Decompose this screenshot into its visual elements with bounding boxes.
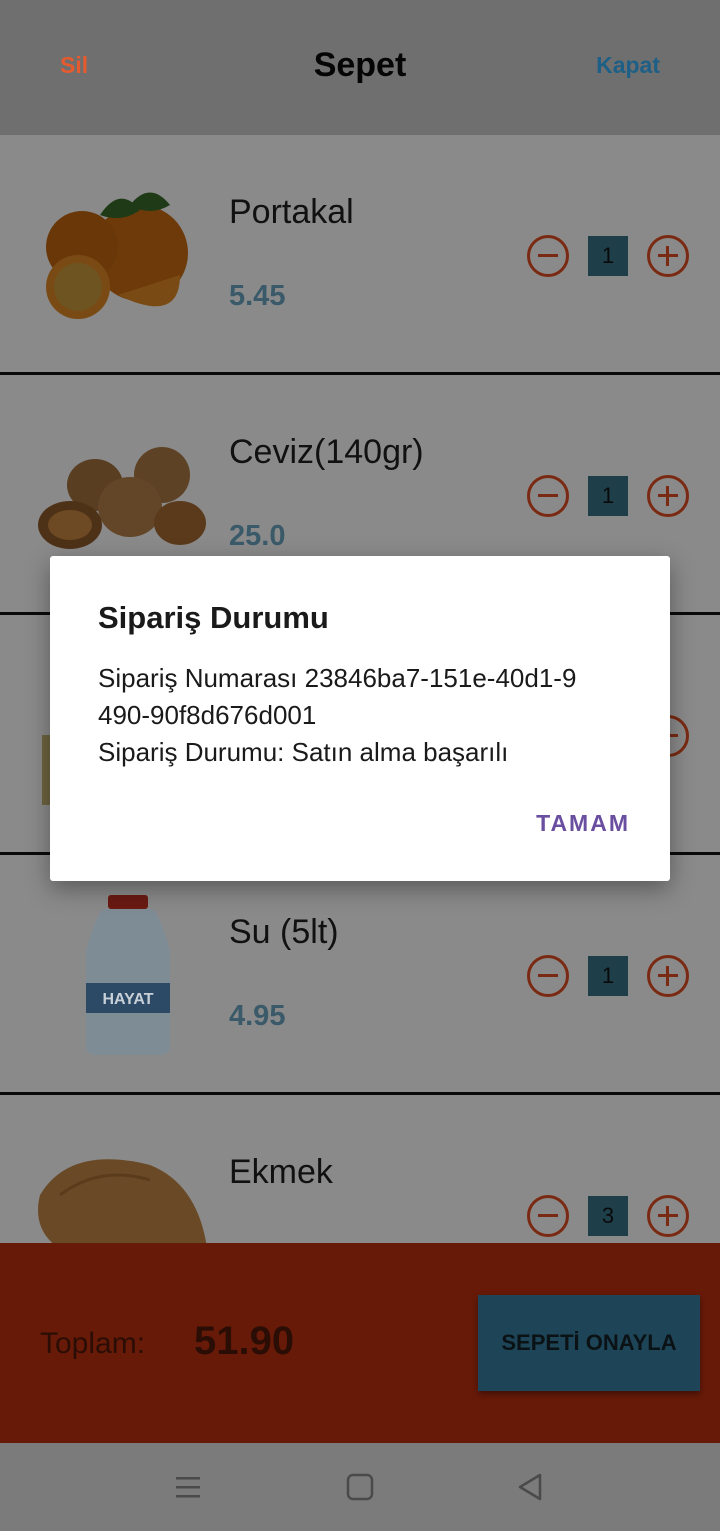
bottle-brand-label: HAYAT bbox=[103, 991, 154, 1008]
item-price: 5.45 bbox=[229, 280, 286, 312]
quantity-stepper: 1 bbox=[527, 475, 689, 517]
decrease-button[interactable] bbox=[527, 475, 569, 517]
orange-image bbox=[30, 175, 210, 335]
item-name: Su (5lt) bbox=[229, 913, 339, 951]
total-value: 51.90 bbox=[194, 1319, 295, 1363]
order-status-line: Sipariş Durumu: Satın alma başarılı bbox=[98, 737, 509, 767]
quantity-stepper: 1 bbox=[527, 235, 689, 277]
decrease-button[interactable] bbox=[527, 235, 569, 277]
total-label: Toplam: bbox=[40, 1327, 146, 1360]
order-number-continued: 490-90f8d676d001 bbox=[98, 700, 317, 730]
quantity-value: 1 bbox=[588, 476, 628, 516]
increase-button[interactable] bbox=[647, 475, 689, 517]
close-button[interactable]: Kapat bbox=[596, 52, 660, 79]
home-square-icon[interactable] bbox=[342, 1469, 378, 1505]
bread-image bbox=[30, 1135, 210, 1243]
quantity-value: 1 bbox=[588, 956, 628, 996]
cart-item: Portakal 5.45 1 bbox=[0, 135, 720, 375]
top-bar: Sil Sepet Kapat bbox=[0, 0, 720, 135]
quantity-stepper: 1 bbox=[527, 955, 689, 997]
menu-icon[interactable] bbox=[170, 1469, 206, 1505]
walnut-image bbox=[30, 415, 210, 575]
back-triangle-icon[interactable] bbox=[512, 1469, 548, 1505]
increase-button[interactable] bbox=[647, 955, 689, 997]
checkout-bar: Toplam: 51.90 SEPETİ ONAYLA bbox=[0, 1243, 720, 1443]
minus-icon bbox=[538, 974, 558, 977]
confirm-cart-button[interactable]: SEPETİ ONAYLA bbox=[478, 1295, 700, 1391]
ok-button[interactable]: TAMAM bbox=[536, 810, 630, 837]
water-bottle-image: HAYAT bbox=[30, 895, 210, 1055]
item-name: Portakal bbox=[229, 193, 354, 231]
system-nav-bar bbox=[0, 1443, 720, 1531]
item-price: 25.0 bbox=[229, 520, 286, 552]
increase-button[interactable] bbox=[647, 235, 689, 277]
quantity-stepper: 3 bbox=[527, 1195, 689, 1237]
minus-icon bbox=[538, 494, 558, 497]
cart-item: Ekmek 3 bbox=[0, 1095, 720, 1243]
item-price: 4.95 bbox=[229, 1000, 286, 1032]
decrease-button[interactable] bbox=[527, 955, 569, 997]
order-number-line: Sipariş Numarası 23846ba7-151e-40d1-9 bbox=[98, 663, 577, 693]
item-name: Ceviz(140gr) bbox=[229, 433, 424, 471]
dialog-title: Sipariş Durumu bbox=[98, 600, 329, 635]
increase-button[interactable] bbox=[647, 1195, 689, 1237]
dialog-message: Sipariş Numarası 23846ba7-151e-40d1-9 49… bbox=[98, 660, 638, 771]
minus-icon bbox=[538, 1214, 558, 1217]
minus-icon bbox=[538, 254, 558, 257]
cart-item: HAYAT Su (5lt) 4.95 1 bbox=[0, 855, 720, 1095]
decrease-button[interactable] bbox=[527, 1195, 569, 1237]
quantity-value: 1 bbox=[588, 236, 628, 276]
order-status-dialog: Sipariş Durumu Sipariş Numarası 23846ba7… bbox=[50, 556, 670, 881]
quantity-value: 3 bbox=[588, 1196, 628, 1236]
item-name: Ekmek bbox=[229, 1153, 333, 1191]
